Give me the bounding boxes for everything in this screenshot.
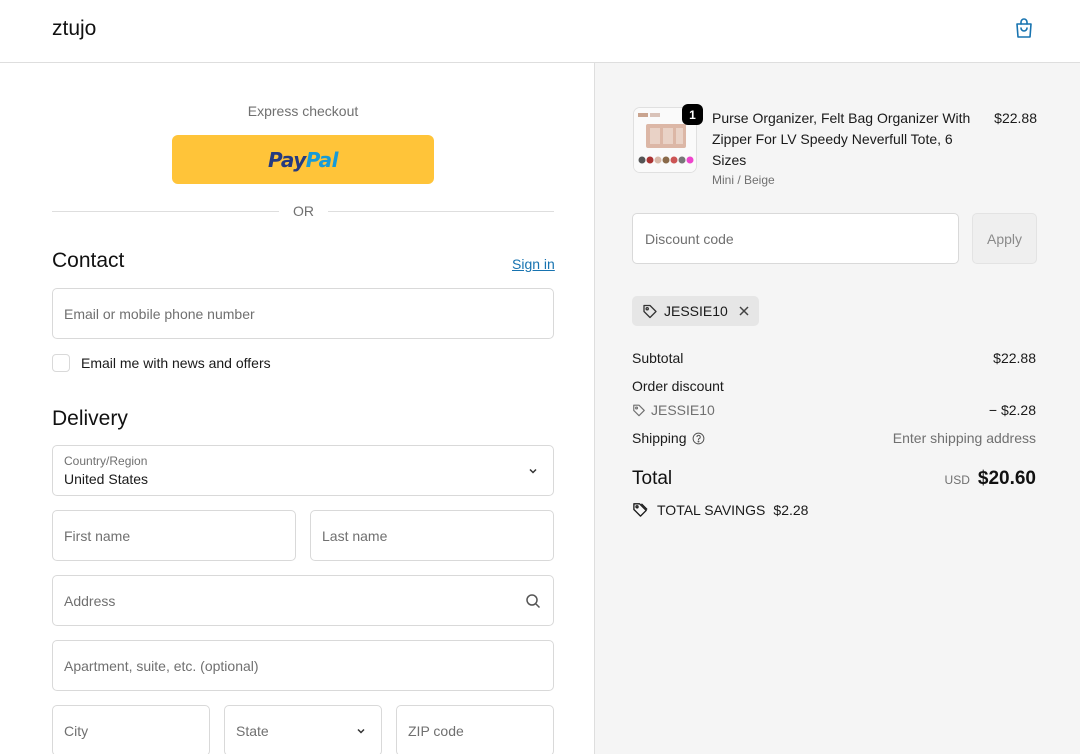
total-savings: TOTAL SAVINGS $2.28 [632, 501, 808, 518]
subtotal-value: $22.88 [993, 350, 1036, 366]
chevron-down-icon [357, 728, 365, 734]
help-circle-icon[interactable] [692, 432, 705, 445]
product-title: Purse Organizer, Felt Bag Organizer With… [712, 110, 971, 168]
applied-code-text: JESSIE10 [664, 303, 728, 319]
shipping-value: Enter shipping address [892, 430, 1036, 446]
express-checkout-label: Express checkout [247, 103, 359, 119]
total-label: Total [632, 468, 673, 489]
contact-title: Contact [52, 249, 125, 272]
first-name-field[interactable]: First name [52, 510, 296, 561]
apartment-field[interactable]: Apartment, suite, etc. (optional) [52, 640, 554, 691]
city-field[interactable]: City [52, 705, 210, 754]
total-amount: USD $20.60 [945, 468, 1036, 490]
country-label: Country/Region [64, 454, 148, 468]
order-discount-value: − $2.28 [988, 402, 1036, 418]
email-placeholder: Email or mobile phone number [64, 305, 255, 322]
sign-in-link[interactable]: Sign in [512, 256, 555, 272]
zip-placeholder: ZIP code [408, 722, 464, 739]
product-variant: Mini / Beige [712, 173, 775, 187]
paypal-button[interactable]: PayPal [172, 135, 434, 184]
product-price: $22.88 [994, 110, 1037, 126]
total-value: $20.60 [977, 468, 1036, 489]
tag-icon [633, 404, 645, 417]
address-field[interactable]: Address [52, 575, 554, 626]
state-placeholder: State [236, 722, 269, 739]
city-placeholder: City [64, 722, 89, 739]
chevron-down-icon [529, 468, 537, 474]
savings-label: TOTAL SAVINGS [657, 501, 766, 518]
divider-line [328, 211, 554, 212]
country-value: United States [64, 471, 149, 487]
tags-icon [633, 503, 648, 517]
applied-discount-chip: JESSIE10 [632, 296, 759, 326]
paypal-logo: PayPal [267, 147, 339, 172]
tag-icon [643, 304, 657, 319]
or-divider: OR [52, 201, 554, 221]
divider-line [52, 211, 279, 212]
currency-code: USD [944, 473, 970, 487]
apply-button[interactable]: Apply [972, 213, 1037, 264]
last-name-placeholder: Last name [322, 527, 388, 544]
newsletter-label: Email me with news and offers [81, 355, 271, 371]
zip-field[interactable]: ZIP code [396, 705, 554, 754]
state-select[interactable]: State [224, 705, 382, 754]
discount-placeholder: Discount code [645, 230, 734, 247]
savings-value: $2.28 [773, 501, 809, 518]
delivery-title: Delivery [52, 407, 128, 430]
search-icon [526, 593, 541, 608]
discount-code-field[interactable]: Discount code [632, 213, 959, 264]
newsletter-checkbox[interactable] [52, 354, 70, 372]
order-discount-code-text: JESSIE10 [651, 402, 715, 418]
subtotal-label: Subtotal [632, 350, 684, 366]
shopping-bag-icon[interactable] [1012, 16, 1036, 40]
order-summary-pane: 1 Purse Organizer, Felt Bag Organizer Wi… [594, 63, 1080, 754]
brand-name[interactable]: ztujo [52, 17, 96, 41]
newsletter-row[interactable]: Email me with news and offers [52, 353, 271, 373]
order-discount-code: JESSIE10 [632, 402, 715, 418]
apartment-placeholder: Apartment, suite, etc. (optional) [64, 657, 259, 674]
email-field[interactable]: Email or mobile phone number [52, 288, 554, 339]
site-header: ztujo [0, 0, 1080, 63]
close-icon[interactable] [738, 305, 750, 317]
last-name-field[interactable]: Last name [310, 510, 554, 561]
quantity-badge: 1 [682, 104, 703, 125]
shipping-label: Shipping [632, 430, 705, 446]
country-select[interactable]: Country/Region United States [52, 445, 554, 496]
first-name-placeholder: First name [64, 527, 131, 544]
shipping-label-text: Shipping [632, 430, 687, 446]
address-placeholder: Address [64, 592, 116, 609]
order-discount-label: Order discount [632, 378, 724, 394]
checkout-form-pane: Express checkout PayPal OR Contact Sign … [0, 63, 594, 754]
or-text: OR [293, 203, 314, 219]
